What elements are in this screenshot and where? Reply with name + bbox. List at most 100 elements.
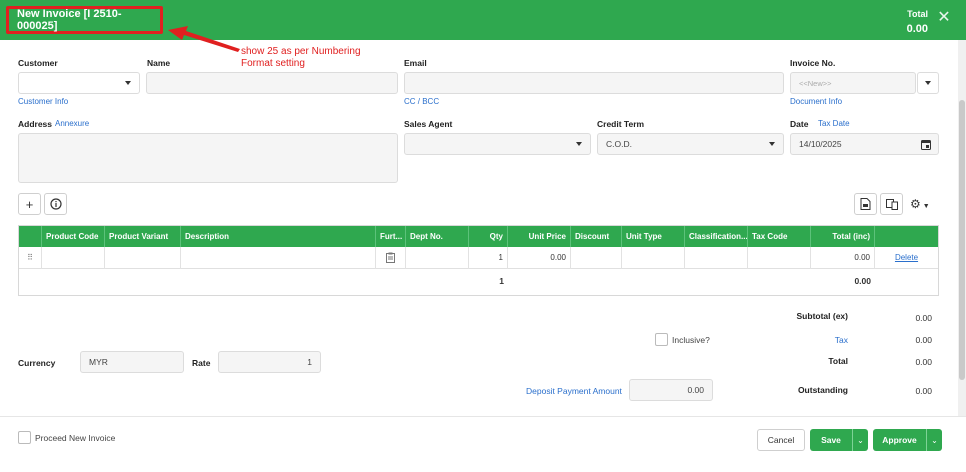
customer-label: Customer — [18, 58, 58, 68]
save-options-button[interactable]: ⌄ — [852, 429, 868, 451]
cell-product-variant[interactable] — [105, 247, 181, 269]
th-product-variant[interactable]: Product Variant — [105, 226, 181, 247]
invoice-no-label: Invoice No. — [790, 58, 836, 68]
address-label: Address — [18, 119, 53, 129]
credit-term-value: C.O.D. — [606, 139, 632, 149]
gear-icon: ⚙ — [910, 197, 921, 211]
deposit-payment-link[interactable]: Deposit Payment Amount — [526, 386, 622, 396]
date-label: Date — [790, 119, 809, 129]
plus-icon: + — [25, 196, 34, 212]
chevron-down-icon: ▼ — [922, 203, 930, 210]
credit-term-select[interactable]: C.O.D. — [597, 133, 784, 155]
currency-value: MYR — [89, 357, 108, 367]
sales-agent-select[interactable] — [404, 133, 591, 155]
name-input[interactable] — [146, 72, 398, 94]
tax-date-link[interactable]: Tax Date — [818, 119, 850, 128]
invoice-no-input[interactable]: <<New>> — [790, 72, 916, 94]
header-total-value: 0.00 — [906, 23, 928, 35]
cell-discount[interactable] — [571, 247, 622, 269]
customer-select[interactable] — [18, 72, 140, 94]
cc-bcc-link[interactable]: CC / BCC — [404, 97, 439, 106]
currency-input[interactable]: MYR — [80, 351, 184, 373]
cell-tax-code[interactable] — [748, 247, 811, 269]
document-info-link[interactable]: Document Info — [790, 97, 842, 106]
info-button[interactable] — [44, 193, 67, 215]
inclusive-label: Inclusive? — [672, 335, 710, 345]
email-input[interactable] — [404, 72, 784, 94]
customer-info-link[interactable]: Customer Info — [18, 97, 68, 106]
email-label: Email — [404, 58, 427, 68]
th-unit-price[interactable]: Unit Price — [508, 226, 571, 247]
chevron-down-icon: ⌄ — [857, 435, 864, 445]
tax-link[interactable]: Tax — [768, 335, 848, 345]
invoice-no-dropdown[interactable] — [917, 72, 939, 94]
th-product-code[interactable]: Product Code — [42, 226, 105, 247]
cell-further[interactable] — [376, 247, 406, 269]
header-total-label: Total — [907, 9, 928, 19]
date-value: 14/10/2025 — [799, 139, 842, 149]
approve-options-button[interactable]: ⌄ — [926, 429, 942, 451]
date-input[interactable]: 14/10/2025 — [790, 133, 939, 155]
cell-dept-no[interactable] — [406, 247, 469, 269]
close-icon[interactable]: ✕ — [936, 10, 952, 26]
th-unit-type[interactable]: Unit Type — [622, 226, 685, 247]
th-further[interactable]: Furt... — [376, 226, 406, 247]
annotation-note: show 25 as per Numbering Format setting — [241, 46, 391, 70]
cell-description[interactable] — [181, 247, 376, 269]
outstanding-value: 0.00 — [915, 386, 932, 396]
chevron-down-icon — [125, 81, 131, 85]
drag-handle-icon[interactable]: ⠿ — [19, 247, 42, 269]
approve-button[interactable]: Approve — [873, 429, 926, 451]
th-tax-code[interactable]: Tax Code — [748, 226, 811, 247]
cell-qty[interactable]: 1 — [469, 247, 508, 269]
cell-product-code[interactable] — [42, 247, 105, 269]
dialog-title: New Invoice [I 2510-000025] — [6, 6, 163, 34]
save-button[interactable]: Save — [810, 429, 852, 451]
scrollbar[interactable] — [958, 40, 966, 416]
inclusive-checkbox[interactable] — [655, 333, 668, 346]
document-icon — [860, 198, 871, 210]
add-row-button[interactable]: + — [18, 193, 41, 215]
table-row[interactable]: ⠿ 1 0.00 0.00 Delete — [19, 247, 938, 269]
info-icon — [49, 198, 62, 210]
deposit-input[interactable]: 0.00 — [629, 379, 713, 401]
th-total[interactable]: Total (inc) — [811, 226, 875, 247]
cell-classification[interactable] — [685, 247, 748, 269]
copy-icon — [885, 198, 898, 210]
annotation-line-1: show 25 as per Numbering — [241, 46, 361, 57]
total-value: 0.00 — [915, 357, 932, 367]
scrollbar-thumb[interactable] — [959, 100, 965, 380]
th-qty[interactable]: Qty — [469, 226, 508, 247]
settings-menu-button[interactable]: ⚙ ▼ — [910, 197, 936, 211]
th-handle — [19, 226, 42, 247]
cell-unit-price[interactable]: 0.00 — [508, 247, 571, 269]
cell-unit-type[interactable] — [622, 247, 685, 269]
cell-total[interactable]: 0.00 — [811, 247, 875, 269]
copy-layout-button[interactable] — [880, 193, 903, 215]
rate-label: Rate — [192, 358, 211, 368]
dialog-header: New Invoice [I 2510-000025] Total 0.00 ✕ — [0, 0, 966, 40]
annotation-line-2: Format setting — [241, 58, 305, 69]
total-label: Total — [828, 356, 848, 366]
credit-term-label: Credit Term — [597, 119, 645, 129]
cancel-button[interactable]: Cancel — [757, 429, 805, 451]
subtotal-value: 0.00 — [915, 313, 932, 323]
proceed-new-invoice-checkbox[interactable] — [18, 431, 31, 444]
deposit-value: 0.00 — [687, 385, 704, 395]
outstanding-label: Outstanding — [797, 385, 848, 395]
th-classification[interactable]: Classification... — [685, 226, 748, 247]
th-discount[interactable]: Discount — [571, 226, 622, 247]
address-textarea[interactable] — [18, 133, 398, 183]
qty-total: 1 — [499, 276, 504, 286]
tax-value: 0.00 — [915, 335, 932, 345]
rate-input[interactable]: 1 — [218, 351, 321, 373]
th-description[interactable]: Description — [181, 226, 376, 247]
th-dept-no[interactable]: Dept No. — [406, 226, 469, 247]
dialog-footer: Proceed New Invoice Cancel Save ⌄ Approv… — [0, 416, 966, 472]
th-actions — [875, 226, 938, 247]
delete-row-link[interactable]: Delete — [875, 247, 938, 269]
subtotal-label: Subtotal (ex) — [796, 311, 848, 321]
chevron-down-icon — [769, 142, 775, 146]
document-export-button[interactable] — [854, 193, 877, 215]
annexure-link[interactable]: Annexure — [55, 119, 89, 128]
